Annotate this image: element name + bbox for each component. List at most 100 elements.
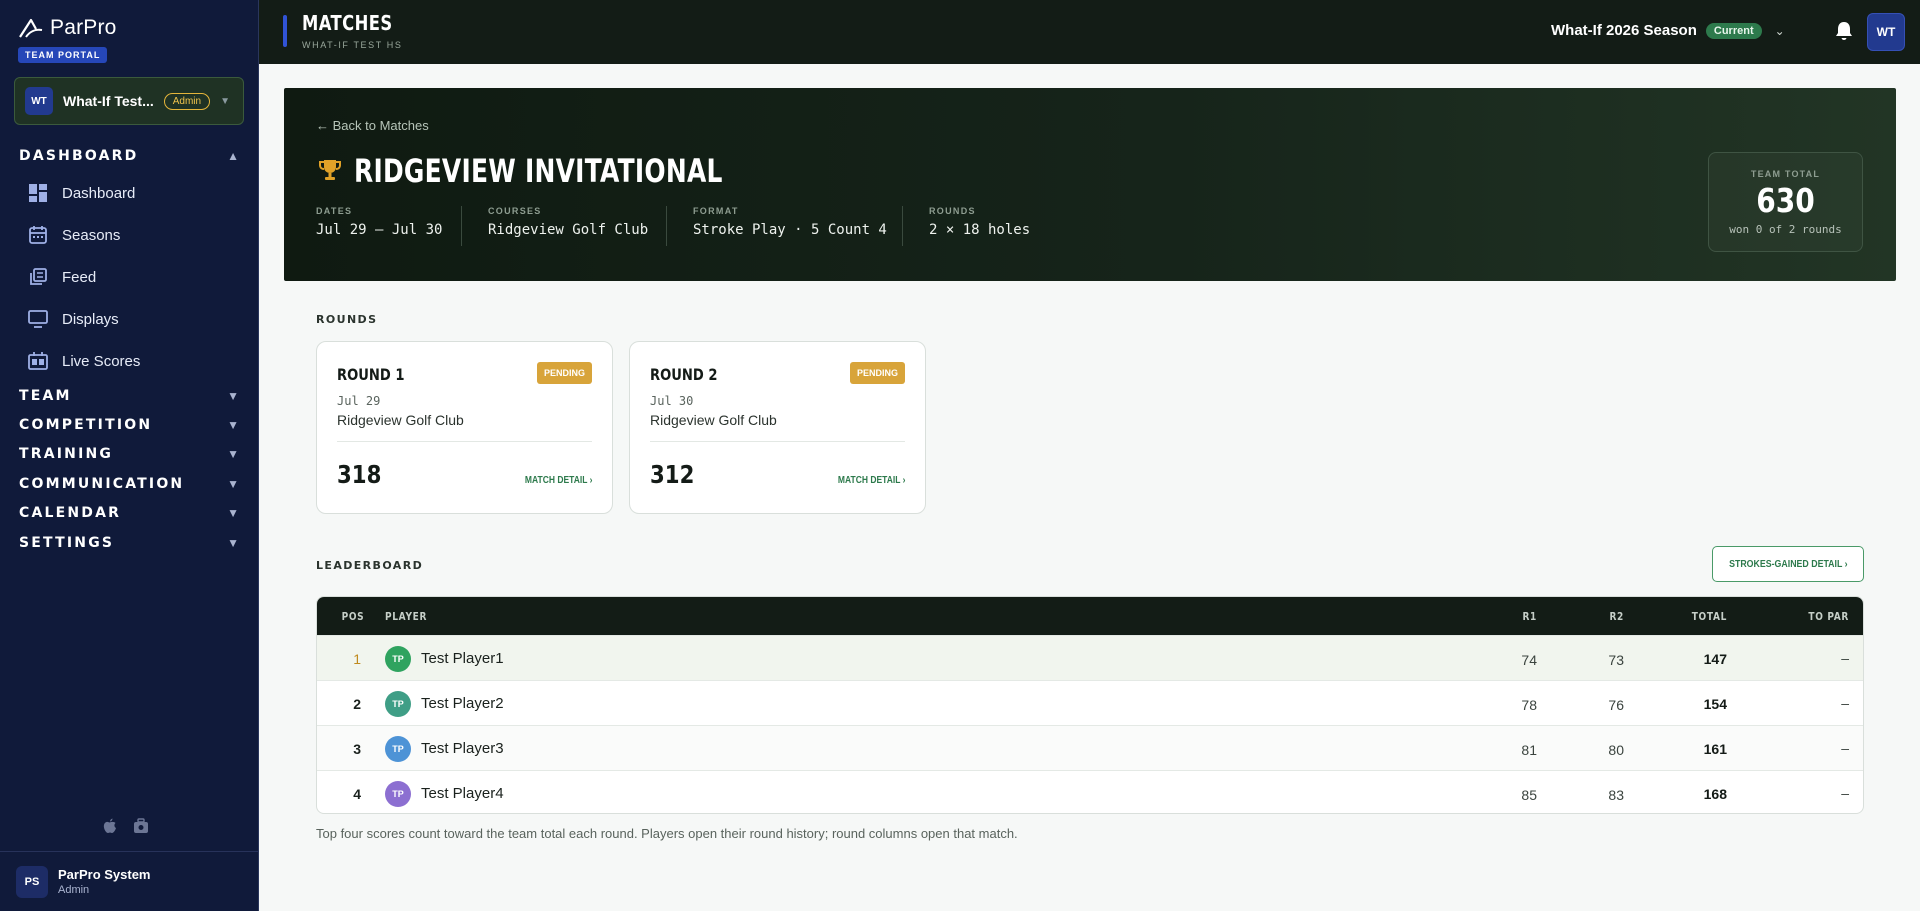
apple-icon[interactable] bbox=[103, 818, 117, 834]
row-r1[interactable]: 81 bbox=[1497, 742, 1537, 758]
row-r2[interactable]: 73 bbox=[1584, 652, 1624, 668]
sidebar-item-live-scores[interactable]: Live Scores bbox=[28, 345, 238, 377]
app-download-links bbox=[103, 818, 149, 834]
nav-section-competition[interactable]: COMPETITION ▼ bbox=[19, 417, 239, 433]
sidebar-item-label: Live Scores bbox=[62, 352, 141, 370]
season-name: What-If 2026 Season bbox=[1551, 22, 1697, 39]
round-title: ROUND 2 bbox=[650, 365, 718, 384]
sidebar-item-displays[interactable]: Displays bbox=[28, 303, 238, 335]
nav-section-team[interactable]: TEAM ▼ bbox=[19, 388, 239, 404]
team-total-label: TEAM TOTAL bbox=[1750, 169, 1821, 179]
meta-label: COURSES bbox=[488, 206, 542, 216]
sidebar-item-seasons[interactable]: Seasons bbox=[28, 219, 238, 251]
col-to-par: TO PAR bbox=[1808, 610, 1849, 623]
round-card-2[interactable]: ROUND 2 PENDING Jul 30 Ridgeview Golf Cl… bbox=[629, 341, 926, 514]
row-total: 168 bbox=[1703, 786, 1727, 802]
round-date: Jul 30 bbox=[650, 394, 694, 408]
row-to-par: – bbox=[1841, 740, 1849, 756]
meta-value: Ridgeview Golf Club bbox=[488, 222, 649, 238]
back-to-matches-link[interactable]: ← Back to Matches bbox=[316, 118, 429, 133]
round-card-1[interactable]: ROUND 1 PENDING Jul 29 Ridgeview Golf Cl… bbox=[316, 341, 613, 514]
row-r2[interactable]: 80 bbox=[1584, 742, 1624, 758]
title-accent-bar bbox=[283, 15, 287, 47]
match-detail-link[interactable]: MATCH DETAIL › bbox=[837, 475, 905, 486]
row-total: 147 bbox=[1703, 651, 1727, 667]
row-pos: 1 bbox=[353, 651, 361, 667]
user-role: Admin bbox=[58, 884, 90, 896]
player-name[interactable]: Test Player3 bbox=[421, 740, 504, 757]
nav-section-training[interactable]: TRAINING ▼ bbox=[19, 446, 239, 462]
status-badge: PENDING bbox=[849, 362, 905, 384]
feed-icon bbox=[30, 268, 47, 285]
team-switcher[interactable]: WT What-If Test... Admin ▼ bbox=[14, 77, 244, 125]
parpro-logo-icon bbox=[19, 18, 43, 38]
table-header: POS PLAYER R1 R2 TOTAL TO PAR bbox=[317, 597, 1863, 635]
meta-value: Stroke Play · 5 Count 4 bbox=[693, 222, 887, 238]
team-total-value: 630 bbox=[1756, 181, 1815, 220]
round-course: Ridgeview Golf Club bbox=[337, 412, 464, 428]
round-score: 312 bbox=[650, 460, 695, 489]
col-r1[interactable]: R1 bbox=[1504, 610, 1537, 623]
player-name[interactable]: Test Player4 bbox=[421, 785, 504, 802]
nav-section-settings[interactable]: SETTINGS ▼ bbox=[19, 535, 239, 551]
page-title: MATCHES bbox=[302, 11, 393, 35]
user-menu-avatar[interactable]: WT bbox=[1867, 13, 1905, 51]
row-r2[interactable]: 83 bbox=[1584, 787, 1624, 803]
chevron-up-icon: ▲ bbox=[227, 149, 239, 163]
row-r1[interactable]: 78 bbox=[1497, 697, 1537, 713]
nav-section-dashboard[interactable]: DASHBOARD ▲ bbox=[19, 148, 239, 164]
row-pos: 2 bbox=[353, 696, 361, 712]
user-name: ParPro System bbox=[58, 867, 151, 882]
meta-rounds: ROUNDS 2 × 18 holes bbox=[929, 206, 1030, 246]
row-to-par: – bbox=[1841, 785, 1849, 801]
page-subtitle: WHAT-IF TEST HS bbox=[302, 40, 403, 50]
sidebar-item-label: Feed bbox=[62, 268, 97, 286]
nav-section-label: TEAM bbox=[19, 388, 72, 404]
meta-value: 2 × 18 holes bbox=[929, 222, 1031, 238]
row-to-par: – bbox=[1841, 650, 1849, 666]
card-divider bbox=[650, 441, 905, 442]
strokes-gained-detail-button[interactable]: STROKES-GAINED DETAIL › bbox=[1712, 546, 1864, 582]
row-to-par: – bbox=[1841, 695, 1849, 711]
col-r2[interactable]: R2 bbox=[1591, 610, 1624, 623]
sidebar-item-feed[interactable]: Feed bbox=[28, 261, 238, 293]
nav-section-label: SETTINGS bbox=[19, 535, 115, 551]
android-icon[interactable] bbox=[133, 818, 149, 834]
table-row[interactable]: 3 TP Test Player3 81 80 161 – bbox=[317, 725, 1863, 770]
table-row[interactable]: 1 TP Test Player1 74 73 147 – bbox=[317, 635, 1863, 680]
chevron-down-icon: ⌄ bbox=[1774, 23, 1785, 38]
nav-section-label: CALENDAR bbox=[19, 505, 122, 521]
nav-section-calendar[interactable]: CALENDAR ▼ bbox=[19, 505, 239, 521]
player-name[interactable]: Test Player2 bbox=[421, 695, 504, 712]
table-row[interactable]: 4 TP Test Player4 85 83 168 – bbox=[317, 770, 1863, 813]
col-pos: POS bbox=[341, 610, 365, 623]
round-course: Ridgeview Golf Club bbox=[650, 412, 777, 428]
trophy-icon bbox=[319, 160, 341, 180]
nav-section-communication[interactable]: COMMUNICATION ▼ bbox=[19, 476, 239, 492]
round-score: 318 bbox=[337, 460, 382, 489]
meta-label: DATES bbox=[316, 206, 353, 216]
status-badge: PENDING bbox=[536, 362, 592, 384]
col-total: TOTAL bbox=[1691, 610, 1727, 623]
current-user[interactable]: PS ParPro System Admin bbox=[0, 851, 259, 911]
meta-courses: COURSES Ridgeview Golf Club bbox=[488, 206, 648, 246]
meta-dates: DATES Jul 29 – Jul 30 bbox=[316, 206, 442, 246]
card-divider bbox=[337, 441, 592, 442]
team-name: What-If Test... bbox=[63, 93, 154, 109]
chevron-down-icon: ▼ bbox=[227, 418, 239, 432]
row-r1[interactable]: 85 bbox=[1497, 787, 1537, 803]
player-name[interactable]: Test Player1 bbox=[421, 650, 504, 667]
row-r1[interactable]: 74 bbox=[1497, 652, 1537, 668]
bell-icon[interactable] bbox=[1833, 20, 1855, 42]
event-title: RIDGEVIEW INVITATIONAL bbox=[354, 152, 723, 190]
match-detail-link[interactable]: MATCH DETAIL › bbox=[524, 475, 592, 486]
chevron-down-icon: ▼ bbox=[227, 477, 239, 491]
rounds-heading: ROUNDS bbox=[316, 313, 378, 326]
chevron-down-icon: ▼ bbox=[227, 536, 239, 550]
row-r2[interactable]: 76 bbox=[1584, 697, 1624, 713]
brand-logo[interactable]: ParPro bbox=[18, 16, 117, 40]
sidebar-item-dashboard[interactable]: Dashboard bbox=[28, 177, 238, 209]
season-selector[interactable]: What-If 2026 Season Current ⌄ bbox=[1551, 22, 1785, 39]
table-row[interactable]: 2 TP Test Player2 78 76 154 – bbox=[317, 680, 1863, 725]
monitor-icon bbox=[28, 310, 48, 328]
